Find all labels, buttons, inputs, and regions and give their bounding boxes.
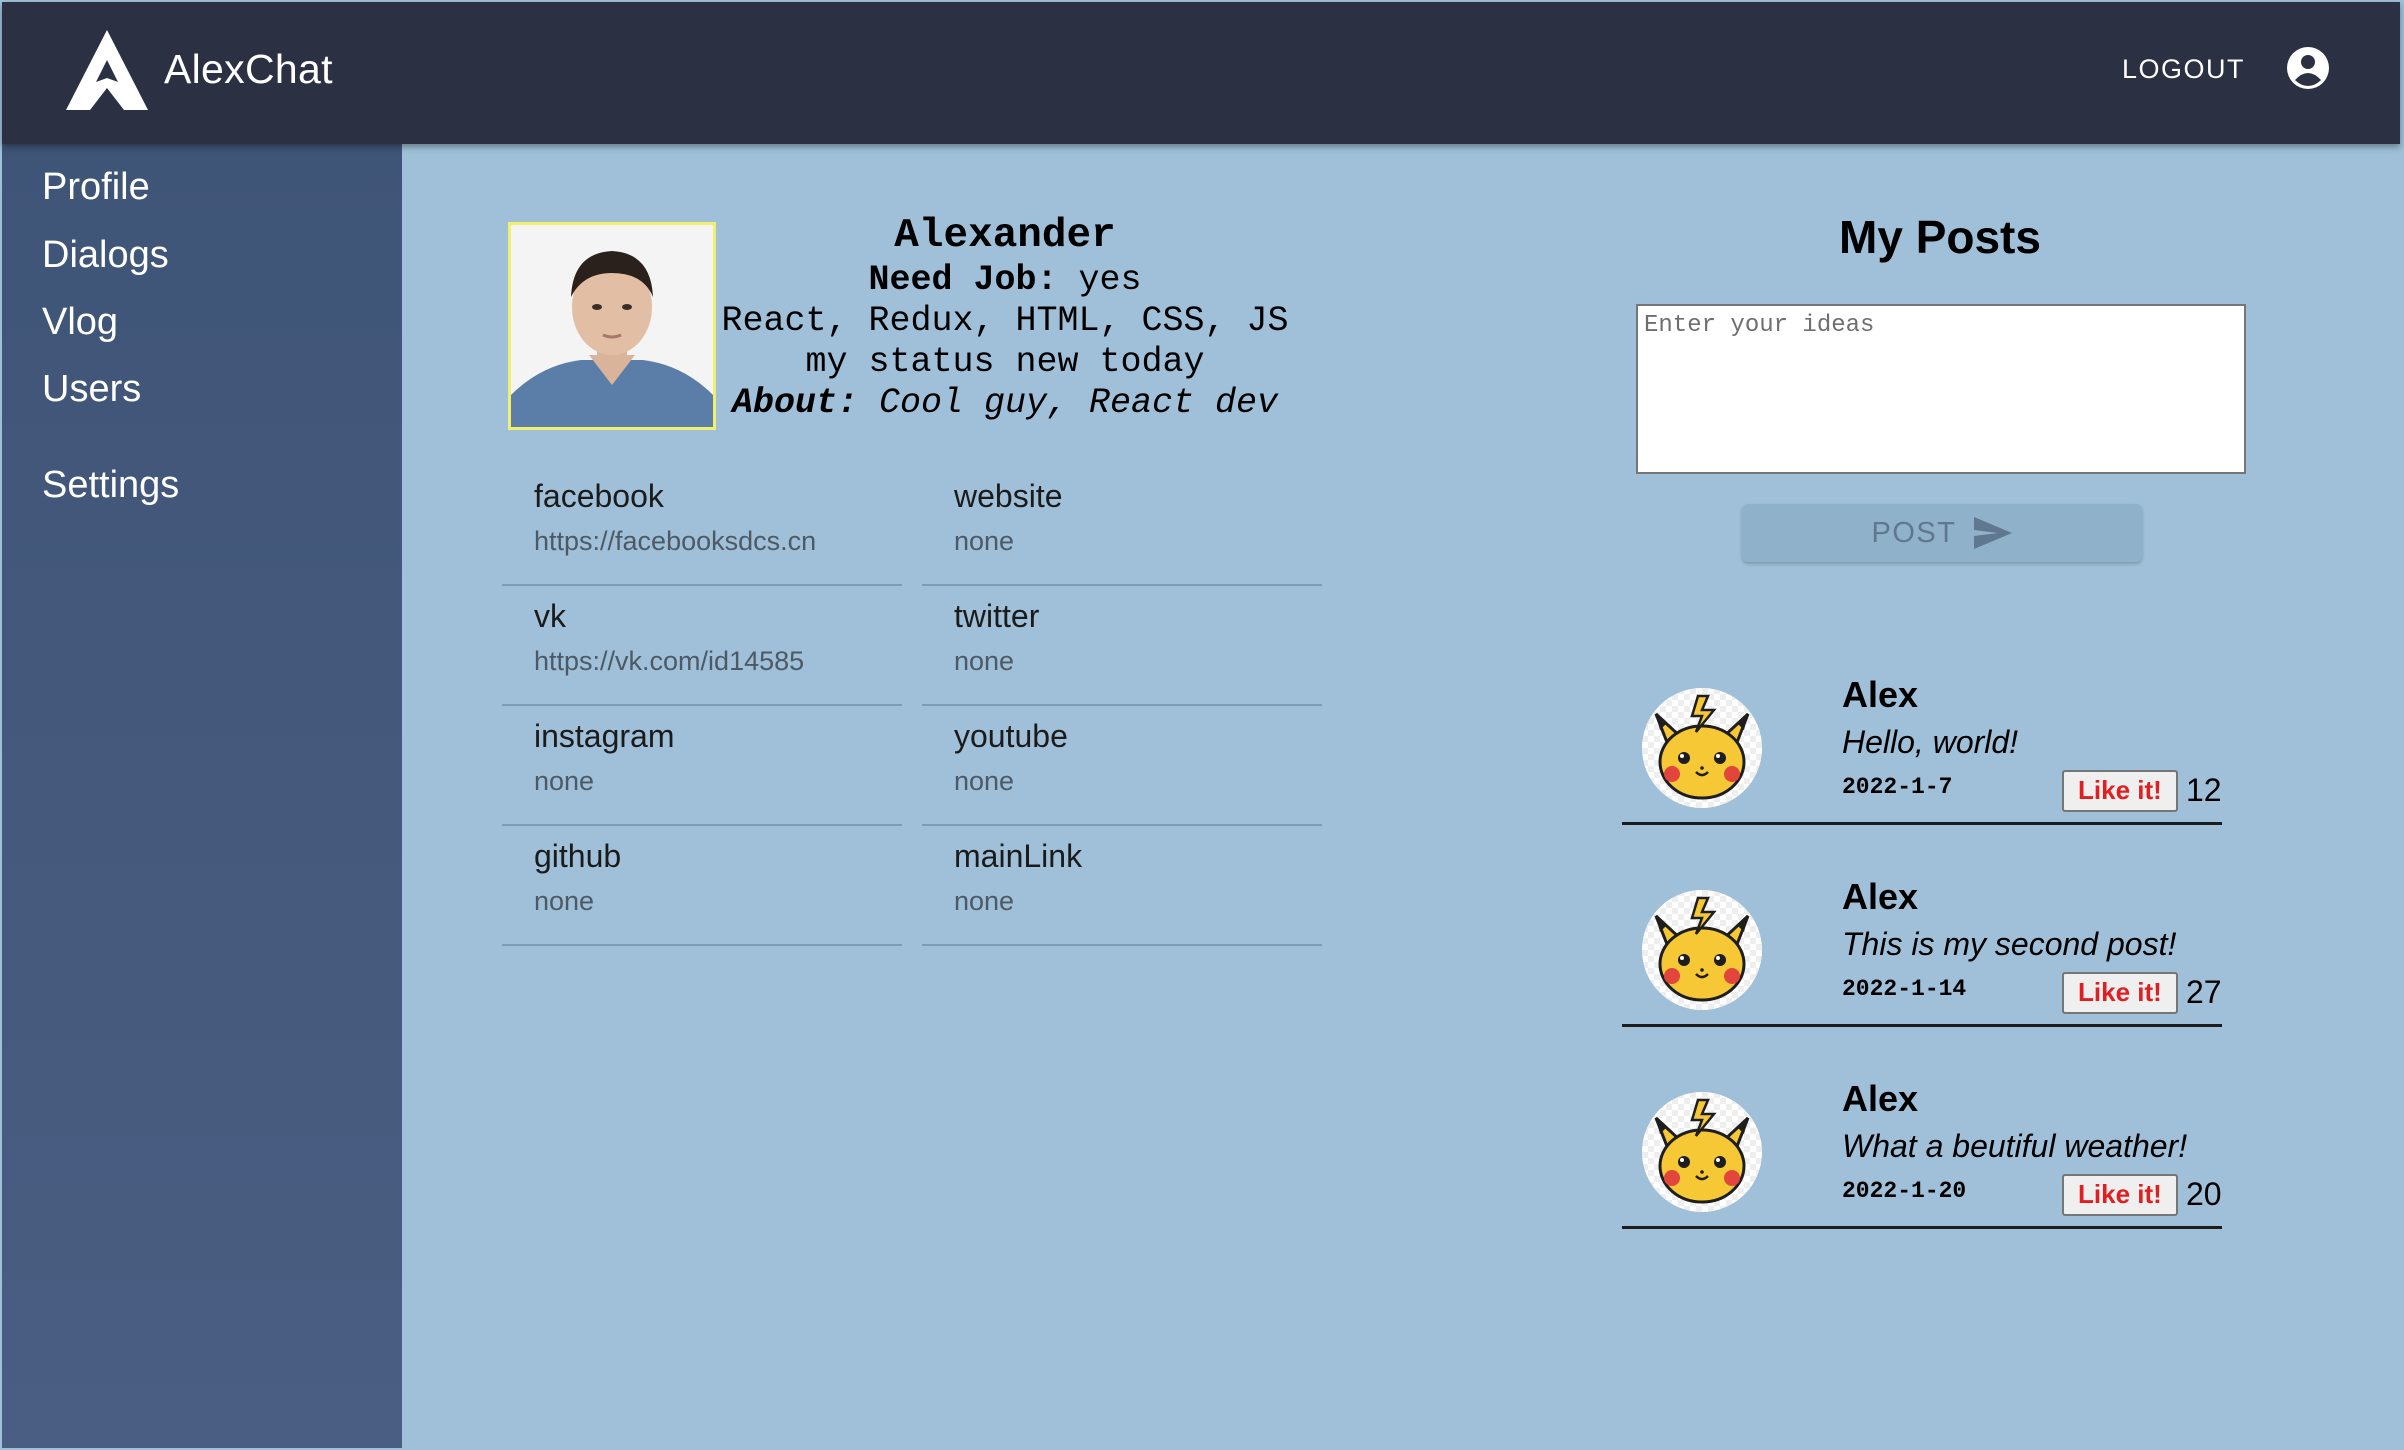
profile-skills: React, Redux, HTML, CSS, JS — [721, 301, 1289, 341]
need-job-value: yes — [1078, 260, 1142, 300]
post-item: Alex This is my second post! 2022-1-14 L… — [1622, 876, 2222, 1027]
sidebar-nav: Profile Dialogs Vlog Users Settings — [2, 144, 402, 1448]
contact-value[interactable]: https://vk.com/id14585 — [534, 646, 804, 677]
post-text: What a beutiful weather! — [1842, 1128, 2188, 1164]
need-job-line: Need Job: yes — [700, 260, 1310, 301]
profile-photo-image — [511, 225, 713, 427]
contact-value: none — [954, 886, 1015, 916]
post-date: 2022-1-14 — [1842, 976, 1967, 1002]
contact-youtube: youtube none — [922, 706, 1322, 826]
post-avatar-icon — [1642, 890, 1762, 1010]
post-date: 2022-1-7 — [1842, 774, 1953, 800]
contact-twitter: twitter none — [922, 586, 1322, 706]
sidebar-item-profile[interactable]: Profile — [42, 166, 150, 209]
account-circle-icon[interactable] — [2286, 46, 2330, 90]
post-text: Hello, world! — [1842, 724, 2019, 760]
post-author: Alex — [1842, 876, 1919, 917]
brand-title[interactable]: AlexChat — [164, 46, 333, 93]
contact-instagram: instagram none — [502, 706, 902, 826]
contact-key: facebook — [534, 478, 664, 514]
app-root: AlexChat LOGOUT Profile Dialogs Vlog Use… — [0, 0, 2404, 1450]
post-avatar-icon — [1642, 688, 1762, 808]
post-button[interactable]: POST — [1742, 504, 2142, 562]
contact-vk: vk https://vk.com/id14585 — [502, 586, 902, 706]
post-author: Alex — [1842, 1078, 1919, 1119]
posts-title: My Posts — [1839, 211, 2041, 263]
need-job-label: Need Job: — [868, 260, 1058, 300]
contact-github: github none — [502, 826, 902, 946]
post-author: Alex — [1842, 674, 1919, 715]
top-header: AlexChat LOGOUT — [2, 2, 2400, 144]
contact-key: twitter — [954, 598, 1040, 634]
sidebar-item-users[interactable]: Users — [42, 368, 141, 411]
about-label: About: — [731, 383, 858, 423]
contact-value: none — [954, 646, 1015, 676]
profile-info: Alexander Need Job: yes React, Redux, HT… — [700, 212, 1310, 424]
contact-key: mainLink — [954, 838, 1083, 874]
post-text: This is my second post! — [1842, 926, 2177, 962]
like-count: 20 — [2186, 1176, 2222, 1212]
contact-value[interactable]: https://facebooksdcs.cn — [534, 526, 816, 557]
about-line: About: Cool guy, React dev — [700, 383, 1310, 424]
sidebar-item-vlog[interactable]: Vlog — [42, 301, 118, 344]
like-button[interactable]: Like it! — [2062, 1174, 2178, 1216]
sidebar-item-settings[interactable]: Settings — [42, 464, 179, 507]
contact-value: none — [534, 766, 595, 796]
contact-value: none — [954, 766, 1015, 796]
like-count: 27 — [2186, 974, 2222, 1010]
post-item: Alex Hello, world! 2022-1-7 Like it! 12 — [1622, 674, 2222, 825]
like-count: 12 — [2186, 772, 2222, 808]
sidebar-item-dialogs[interactable]: Dialogs — [42, 234, 169, 277]
contact-key: website — [954, 478, 1063, 514]
profile-avatar — [508, 222, 716, 430]
like-button[interactable]: Like it! — [2062, 770, 2178, 812]
contact-value: none — [954, 526, 1015, 556]
profile-status[interactable]: my status new today — [700, 342, 1310, 383]
post-date: 2022-1-20 — [1842, 1178, 1967, 1204]
contact-value: none — [534, 886, 595, 916]
like-button[interactable]: Like it! — [2062, 972, 2178, 1014]
post-item: Alex What a beutiful weather! 2022-1-20 … — [1622, 1078, 2222, 1229]
post-avatar-icon — [1642, 1092, 1762, 1212]
contact-mainlink: mainLink none — [922, 826, 1322, 946]
logout-button[interactable]: LOGOUT — [2122, 54, 2245, 85]
post-input[interactable] — [1636, 304, 2246, 474]
triangle-a-logo-icon[interactable] — [66, 30, 148, 110]
contact-key: github — [534, 838, 622, 874]
contact-key: vk — [534, 598, 566, 634]
send-icon — [1974, 517, 2013, 549]
contact-website: website none — [922, 466, 1322, 586]
post-button-label: POST — [1871, 516, 1957, 549]
contact-key: instagram — [534, 718, 675, 754]
profile-name: Alexander — [894, 213, 1116, 259]
contact-facebook: facebook https://facebooksdcs.cn — [502, 466, 902, 586]
contact-key: youtube — [954, 718, 1068, 754]
about-value: Cool guy, React dev — [878, 383, 1279, 423]
